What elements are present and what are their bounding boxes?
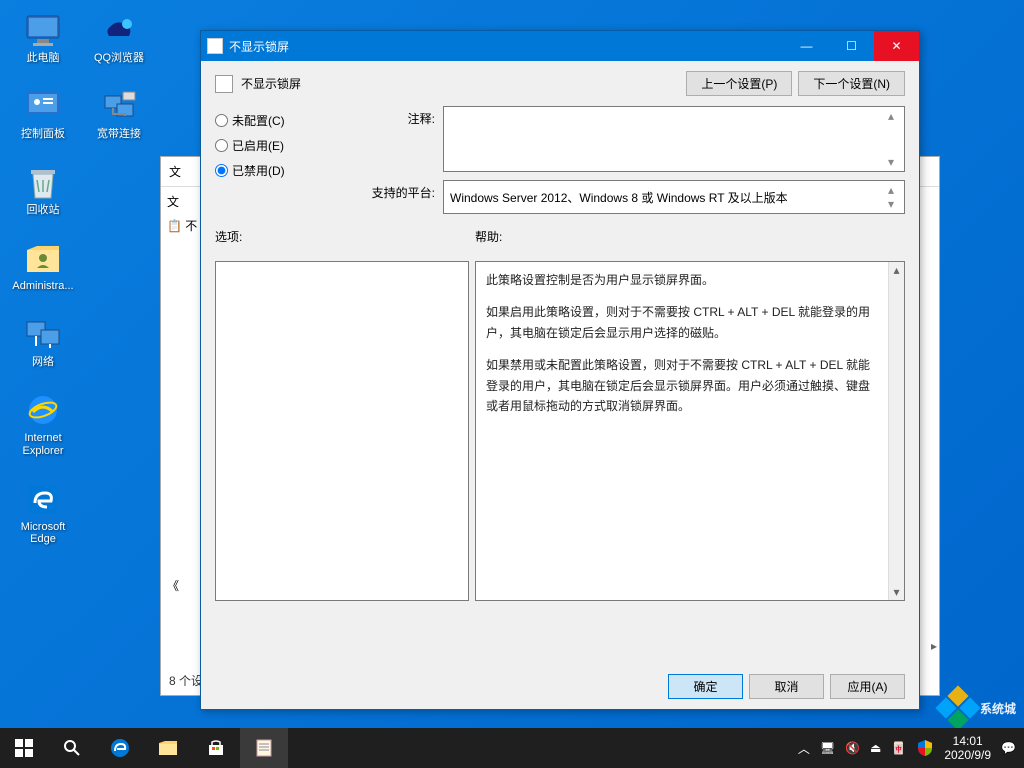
desktop-icon-recycle-bin[interactable]: 回收站 xyxy=(10,162,76,216)
taskbar-edge[interactable] xyxy=(96,728,144,768)
taskbar-clock[interactable]: 14:01 2020/9/9 xyxy=(944,734,991,763)
tray-volume-icon[interactable]: 🔇 xyxy=(845,741,860,755)
policy-heading: 不显示锁屏 xyxy=(241,75,301,92)
taskbar-notepad[interactable] xyxy=(240,728,288,768)
desktop: 此电脑 控制面板 回收站 Administra... 网络 Internet E… xyxy=(0,0,1024,768)
next-setting-button[interactable]: 下一个设置(N) xyxy=(798,71,905,96)
bg-status-text: 8 个设 xyxy=(169,672,203,689)
tray-shield-icon[interactable] xyxy=(916,739,934,757)
icon-label: 回收站 xyxy=(27,204,60,216)
maximize-button[interactable]: ☐ xyxy=(829,31,874,61)
minimize-button[interactable]: — xyxy=(784,31,829,61)
options-box xyxy=(215,261,469,601)
desktop-icon-edge[interactable]: Microsoft Edge xyxy=(10,479,76,545)
radio-group: 未配置(C) 已启用(E) 已禁用(D) xyxy=(215,106,345,214)
desktop-icons: 此电脑 控制面板 回收站 Administra... 网络 Internet E… xyxy=(10,10,76,545)
radio-not-configured[interactable]: 未配置(C) xyxy=(215,112,345,129)
apply-button[interactable]: 应用(A) xyxy=(830,674,905,699)
help-scrollbar[interactable]: ▴ ▾ xyxy=(888,262,904,600)
titlebar[interactable]: 不显示锁屏 — ☐ ✕ xyxy=(201,31,919,61)
taskbar-explorer[interactable] xyxy=(144,728,192,768)
desktop-icon-ie[interactable]: Internet Explorer xyxy=(10,390,76,456)
bg-arrow: 《 xyxy=(167,577,179,594)
tray-notifications-icon[interactable]: 💬 xyxy=(1001,741,1016,755)
taskbar: ︿ 🖥 🔇 ⏏ 🀄 14:01 2020/9/9 💬 xyxy=(0,728,1024,768)
prev-setting-button[interactable]: 上一个设置(P) xyxy=(686,71,792,96)
help-label: 帮助: xyxy=(475,228,502,245)
radio-disabled[interactable]: 已禁用(D) xyxy=(215,162,345,179)
scroll-up-icon[interactable]: ▴ xyxy=(888,109,902,123)
platforms-label: 支持的平台: xyxy=(365,180,435,214)
icon-label: 控制面板 xyxy=(21,128,65,140)
search-button[interactable] xyxy=(48,728,96,768)
scroll-down-icon[interactable]: ▾ xyxy=(889,584,904,600)
icon-label: Administra... xyxy=(12,280,73,292)
icon-label: Internet Explorer xyxy=(10,432,76,456)
clock-date: 2020/9/9 xyxy=(944,748,991,762)
tray-network-icon[interactable]: 🖥 xyxy=(820,741,835,755)
dialog-title: 不显示锁屏 xyxy=(229,38,784,55)
tray-chevron-icon[interactable]: ︿ xyxy=(798,740,810,757)
bg-window-prefix: 文 xyxy=(169,163,181,180)
tray-usb-icon[interactable]: ⏏ xyxy=(870,741,881,755)
bg-hint: 📋 不 xyxy=(167,217,197,234)
help-box: 此策略设置控制是否为用户显示锁屏界面。 如果启用此策略设置，则对于不需要按 CT… xyxy=(475,261,905,601)
watermark-text: 系统城 xyxy=(980,700,1016,717)
radio-enabled[interactable]: 已启用(E) xyxy=(215,137,345,154)
desktop-icon-broadband[interactable]: 宽带连接 xyxy=(86,86,152,140)
ok-button[interactable]: 确定 xyxy=(668,674,743,699)
help-p1: 此策略设置控制是否为用户显示锁屏界面。 xyxy=(486,270,876,290)
close-button[interactable]: ✕ xyxy=(874,31,919,61)
taskbar-store[interactable] xyxy=(192,728,240,768)
watermark: 系统城 xyxy=(942,692,1016,724)
icon-label: QQ浏览器 xyxy=(94,52,144,64)
start-button[interactable] xyxy=(0,728,48,768)
help-p2: 如果启用此策略设置，则对于不需要按 CTRL + ALT + DEL 就能登录的… xyxy=(486,302,876,343)
icon-label: 此电脑 xyxy=(27,52,60,64)
help-p3: 如果禁用或未配置此策略设置，则对于不需要按 CTRL + ALT + DEL 就… xyxy=(486,355,876,416)
comment-textarea[interactable]: ▴▾ xyxy=(443,106,905,172)
scroll-up-icon[interactable]: ▴ xyxy=(888,183,902,197)
options-label: 选项: xyxy=(215,228,475,245)
scroll-up-icon[interactable]: ▴ xyxy=(889,262,904,278)
icon-label: 宽带连接 xyxy=(97,128,141,140)
scroll-right-icon[interactable]: ▸ xyxy=(931,639,937,653)
system-tray: ︿ 🖥 🔇 ⏏ 🀄 14:01 2020/9/9 💬 xyxy=(790,734,1024,763)
desktop-icon-network[interactable]: 网络 xyxy=(10,314,76,368)
scroll-down-icon[interactable]: ▾ xyxy=(888,197,902,211)
platforms-text: Windows Server 2012、Windows 8 或 Windows … xyxy=(450,189,788,206)
comment-label: 注释: xyxy=(365,106,435,172)
watermark-logo-icon xyxy=(935,685,980,730)
scroll-down-icon[interactable]: ▾ xyxy=(888,155,902,169)
icon-label: Microsoft Edge xyxy=(10,521,76,545)
policy-dialog: 不显示锁屏 — ☐ ✕ 不显示锁屏 上一个设置(P) 下一个设置(N) 未配置(… xyxy=(200,30,920,710)
dialog-icon xyxy=(207,38,223,54)
policy-icon xyxy=(215,75,233,93)
desktop-icon-this-pc[interactable]: 此电脑 xyxy=(10,10,76,64)
platforms-field: Windows Server 2012、Windows 8 或 Windows … xyxy=(443,180,905,214)
desktop-icon-administrator[interactable]: Administra... xyxy=(10,238,76,292)
tray-ime-icon[interactable]: 🀄 xyxy=(891,741,906,755)
icon-label: 网络 xyxy=(32,356,54,368)
cancel-button[interactable]: 取消 xyxy=(749,674,824,699)
desktop-icon-control-panel[interactable]: 控制面板 xyxy=(10,86,76,140)
desktop-icon-qq-browser[interactable]: QQ浏览器 xyxy=(86,10,152,64)
clock-time: 14:01 xyxy=(944,734,991,748)
